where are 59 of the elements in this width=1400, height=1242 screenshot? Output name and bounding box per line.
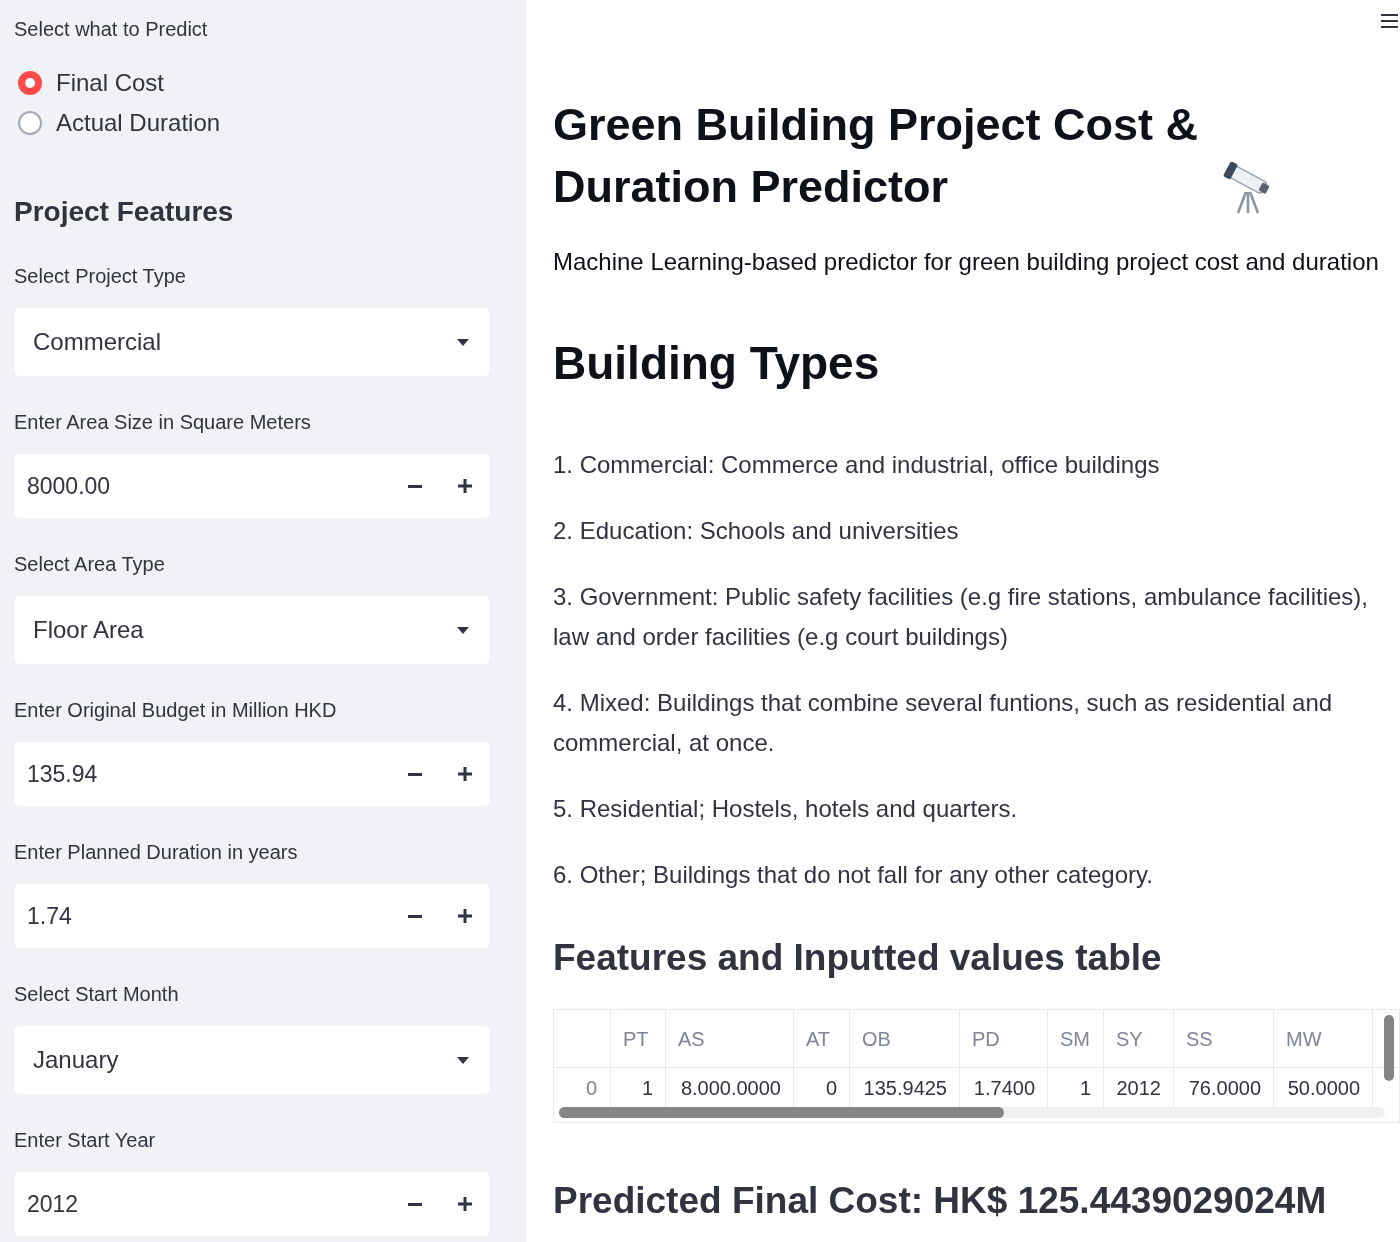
number-field[interactable]: 135.94 [14, 742, 389, 806]
dropdown[interactable]: Floor Area [14, 596, 490, 664]
column-header[interactable]: OB [850, 1010, 960, 1067]
number-field[interactable]: 8000.00 [14, 454, 389, 518]
plus-icon [458, 767, 472, 781]
column-header[interactable]: SS [1174, 1010, 1274, 1067]
number-field[interactable]: 1.74 [14, 884, 389, 948]
field-label: Enter Planned Duration in years [14, 840, 299, 864]
dropdown[interactable]: January [14, 1026, 490, 1094]
number-field[interactable]: 2012 [14, 1172, 389, 1236]
radio-group-label: Select what to Predict [14, 17, 209, 41]
minus-icon [407, 1202, 422, 1206]
menu-icon[interactable] [1381, 14, 1398, 28]
list-item: 1. Commercial: Commerce and industrial, office buildings [553, 450, 1161, 480]
column-header[interactable]: SY [1104, 1010, 1174, 1067]
increment-button[interactable] [440, 454, 490, 518]
field-label: Select Project Type [14, 264, 187, 288]
minus-icon [407, 484, 422, 488]
column-header[interactable]: AS [666, 1010, 794, 1067]
plus-icon [458, 909, 472, 923]
field-label: Enter Area Size in Square Meters [14, 410, 312, 434]
horizontal-scrollbar[interactable] [559, 1107, 1385, 1118]
list-item: 3. Government: Public safety facilities (e.g fire stations, ambulance facilities), law and order facilities (e.g court buildings) [553, 582, 1369, 652]
section-heading: Building Types [553, 336, 881, 391]
subtitle: Machine Learning-based predictor for green building project cost and duration [553, 247, 1380, 277]
field-label: Select Area Type [14, 552, 166, 576]
column-header[interactable]: AT [794, 1010, 850, 1067]
column-header[interactable]: PT [611, 1010, 666, 1067]
minus-icon [407, 914, 422, 918]
caret-icon [457, 626, 469, 634]
page-title: Green Building Project Cost & Duration Predictor [553, 98, 1200, 214]
scrollbar-thumb[interactable] [1384, 1015, 1394, 1081]
field-label: Select Start Month [14, 982, 180, 1006]
increment-button[interactable] [440, 1172, 490, 1236]
list-item: 4. Mixed: Buildings that combine several funtions, such as residential and commercial, at once. [553, 688, 1334, 758]
prediction-result: Predicted Final Cost: HK$ 125.4439029024M [553, 1179, 1328, 1223]
list-item: 2. Education: Schools and universities [553, 516, 960, 546]
radio-button[interactable] [18, 111, 42, 135]
scrollbar-thumb[interactable] [559, 1107, 1004, 1118]
radio-label[interactable]: Actual Duration [56, 108, 221, 138]
dropdown[interactable]: Commercial [14, 308, 490, 376]
caret-icon [457, 338, 469, 346]
increment-button[interactable] [440, 742, 490, 806]
minus-icon [407, 772, 422, 776]
section-heading: Project Features [14, 195, 235, 229]
column-header[interactable]: MW [1274, 1010, 1373, 1067]
column-header[interactable]: SM [1048, 1010, 1104, 1067]
increment-button[interactable] [440, 884, 490, 948]
radio-label[interactable]: Final Cost [56, 68, 165, 98]
list-item: 6. Other; Buildings that do not fall for any other category. [553, 860, 1154, 890]
plus-icon [458, 1197, 472, 1211]
column-header[interactable]: PD [960, 1010, 1048, 1067]
list-item: 5. Residential; Hostels, hotels and quarters. [553, 794, 1019, 824]
section-heading: Features and Inputted values table [553, 936, 1163, 980]
field-label: Enter Original Budget in Million HKD [14, 698, 338, 722]
plus-icon [458, 479, 472, 493]
caret-icon [457, 1056, 469, 1064]
radio-button[interactable] [18, 71, 42, 95]
field-label: Enter Start Year [14, 1128, 157, 1152]
